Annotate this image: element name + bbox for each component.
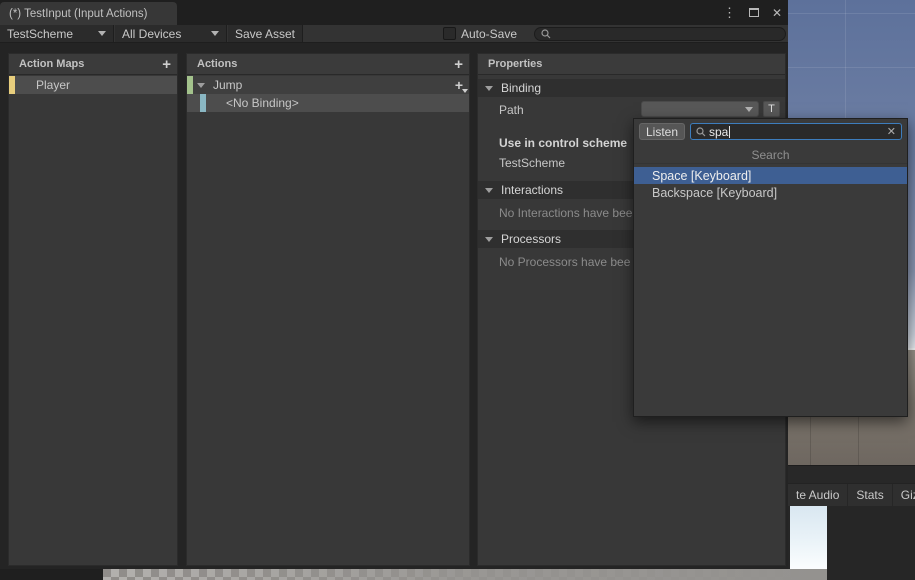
properties-header: Properties	[478, 54, 785, 75]
picker-group-label: Search	[634, 146, 907, 164]
screen: te Audio Stats Gizm (*) TestInput (Input…	[0, 0, 915, 580]
maximize-icon[interactable]	[749, 8, 759, 17]
binding-label: <No Binding>	[226, 96, 299, 110]
control-scheme-dropdown-label: TestScheme	[7, 27, 73, 41]
actions-title: Actions	[197, 58, 454, 70]
foldout-arrow-icon	[485, 237, 493, 242]
clear-search-icon[interactable]: ✕	[887, 125, 896, 138]
chevron-down-icon	[98, 31, 106, 36]
action-map-color-stripe	[9, 76, 15, 94]
text-input-toggle-label: T	[768, 103, 775, 115]
binding-color-stripe	[200, 94, 206, 112]
save-asset-button[interactable]: Save Asset	[228, 25, 303, 42]
add-binding-caret-icon	[462, 89, 468, 93]
actions-header: Actions +	[187, 54, 469, 75]
window-tab-title: (*) TestInput (Input Actions)	[9, 8, 148, 20]
listen-label: Listen	[646, 125, 678, 139]
picker-result-backspace[interactable]: Backspace [Keyboard]	[634, 184, 907, 201]
binding-row-no-binding[interactable]: <No Binding>	[187, 94, 469, 112]
action-maps-title: Action Maps	[19, 58, 162, 70]
devices-dropdown[interactable]: All Devices	[115, 25, 227, 42]
auto-save-label: Auto-Save	[461, 25, 517, 42]
foldout-arrow-icon	[485, 188, 493, 193]
devices-dropdown-label: All Devices	[122, 27, 181, 41]
picker-result-label: Space [Keyboard]	[652, 169, 751, 183]
processors-section-label: Processors	[501, 232, 561, 246]
use-in-control-scheme-label: Use in control scheme	[499, 136, 627, 150]
game-view-sky	[790, 506, 827, 569]
add-binding-button[interactable]: +	[455, 77, 463, 93]
binding-section-label: Binding	[501, 81, 541, 95]
toolbar-search-input[interactable]	[534, 27, 786, 41]
scene-grid-line	[788, 13, 915, 14]
editor-dark-strip	[788, 465, 915, 483]
path-dropdown[interactable]	[641, 101, 759, 117]
text-input-toggle-button[interactable]: T	[763, 101, 780, 117]
picker-search-value: spa	[709, 125, 728, 139]
add-action-map-button[interactable]: +	[162, 57, 171, 72]
mute-audio-label: te Audio	[796, 488, 839, 502]
action-label: Jump	[213, 78, 242, 92]
foldout-arrow-icon	[485, 86, 493, 91]
search-icon	[696, 127, 706, 137]
save-asset-label: Save Asset	[235, 27, 295, 41]
action-map-label: Player	[36, 78, 70, 92]
stats-label: Stats	[856, 488, 883, 502]
properties-title: Properties	[488, 58, 779, 70]
scene-grid-line	[788, 67, 915, 68]
gizmos-button[interactable]: Gizm	[893, 484, 915, 506]
action-row-jump[interactable]: Jump +	[187, 76, 469, 94]
text-cursor	[729, 126, 730, 138]
close-icon[interactable]: ✕	[772, 6, 782, 20]
picker-result-label: Backspace [Keyboard]	[652, 186, 777, 200]
game-view-toolbar: te Audio Stats Gizm	[788, 483, 915, 506]
scene-ground-checker	[103, 569, 827, 580]
binding-path-picker-popup: Listen spa ✕ Search Space [Keyboard] Bac…	[633, 118, 908, 417]
actions-panel: Actions + Jump + <No Binding>	[186, 53, 470, 566]
search-icon	[541, 29, 551, 39]
picker-topbar: Listen spa ✕	[634, 119, 907, 144]
binding-section-header[interactable]: Binding	[478, 79, 785, 97]
control-scheme-dropdown[interactable]: TestScheme	[0, 25, 114, 42]
stats-button[interactable]: Stats	[848, 484, 892, 506]
action-map-row-player[interactable]: Player	[9, 76, 177, 94]
path-label: Path	[499, 103, 524, 117]
control-scheme-value: TestScheme	[499, 156, 565, 170]
auto-save-checkbox[interactable]	[443, 27, 456, 40]
window-toolbar: TestScheme All Devices Save Asset Auto-S…	[0, 25, 788, 43]
action-maps-panel: Action Maps + Player	[8, 53, 178, 566]
auto-save-text: Auto-Save	[461, 27, 517, 41]
foldout-arrow-icon[interactable]	[197, 83, 205, 88]
window-titlebar[interactable]: (*) TestInput (Input Actions) ⋮ ✕	[0, 0, 788, 25]
scene-bottom-dark	[827, 569, 915, 580]
window-tab[interactable]: (*) TestInput (Input Actions)	[0, 2, 177, 25]
action-maps-header: Action Maps +	[9, 54, 177, 75]
add-action-button[interactable]: +	[454, 57, 463, 72]
interactions-section-label: Interactions	[501, 183, 563, 197]
interactions-empty-text: No Interactions have bee	[499, 206, 632, 220]
processors-empty-text: No Processors have bee	[499, 255, 630, 269]
picker-result-space[interactable]: Space [Keyboard]	[634, 167, 907, 184]
listen-button[interactable]: Listen	[639, 123, 685, 140]
gizmos-label: Gizm	[901, 488, 915, 502]
picker-search-input[interactable]: spa ✕	[690, 123, 902, 140]
menu-kebab-icon[interactable]: ⋮	[723, 5, 736, 21]
window-controls: ⋮ ✕	[723, 0, 782, 25]
mute-audio-button[interactable]: te Audio	[788, 484, 848, 506]
chevron-down-icon	[211, 31, 219, 36]
scene-bottom-strip	[0, 569, 915, 580]
chevron-down-icon	[745, 107, 753, 112]
action-color-stripe	[187, 76, 193, 94]
